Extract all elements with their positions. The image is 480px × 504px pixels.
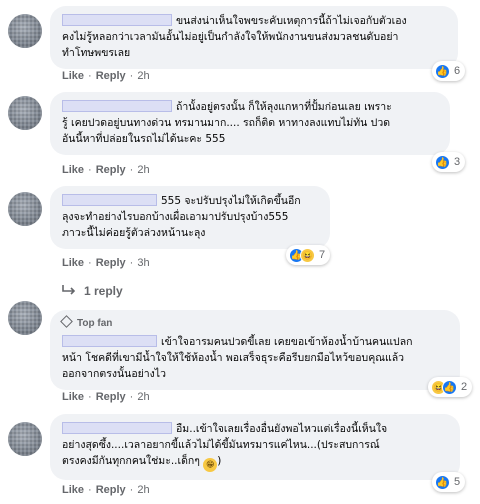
comment-actions: Like · Reply · 2h xyxy=(62,164,150,176)
reaction-count: 5 xyxy=(454,476,461,488)
reaction-summary[interactable]: 👍 😆 7 xyxy=(286,245,331,265)
reaction-count: 3 xyxy=(454,156,461,168)
comment-bubble: 555 จะปรับปรุงไม่ให้เกิดขึ้นอีก ลุงจะทำอ… xyxy=(50,186,330,249)
redacted-author-name[interactable] xyxy=(62,14,172,26)
redacted-author-name[interactable] xyxy=(62,194,157,206)
comment-bubble: Top fan เข้าใจอารมคนปวดขี้เลย เคยขอเข้าห… xyxy=(50,310,460,390)
comment-text-line: ภาวะนี้ไม่ค่อยรู้ตัวล่วงหน้านะลุง xyxy=(62,227,206,239)
redacted-author-name[interactable] xyxy=(62,422,172,434)
like-icon: 👍 xyxy=(435,154,450,170)
reaction-count: 6 xyxy=(454,65,461,77)
comment-actions: Like · Reply · 2h xyxy=(62,391,150,403)
like-icon: 👍 xyxy=(442,379,457,395)
comment-bubble: ขนส่งน่าเห็นใจพขระคับเหตุการนี้ถ้าไม่เจอ… xyxy=(50,6,458,69)
comment-text-line: คงไม่รู้หลอกว่าเวลามันอั้นไม่อยู่เป็นกำล… xyxy=(62,31,399,43)
like-button[interactable]: Like xyxy=(62,484,84,496)
like-button[interactable]: Like xyxy=(62,391,84,403)
reply-button[interactable]: Reply xyxy=(96,257,126,269)
view-replies-link[interactable]: 1 reply xyxy=(62,284,123,298)
reply-button[interactable]: Reply xyxy=(96,70,126,82)
like-icon: 👍 xyxy=(435,63,450,79)
comment-text-line: ถ้านั้งอยู่ตรงนั้น ก็ให้ลุงแกหาที่ปั้มก่… xyxy=(176,101,392,113)
reply-arrow-icon xyxy=(62,284,76,298)
comment-text-line: รู้ เคยปวดอยู่บนทางด่วน ทรมานมาก.... รถก… xyxy=(62,117,391,129)
avatar[interactable] xyxy=(8,14,42,48)
redacted-author-name[interactable] xyxy=(62,335,157,347)
comment-text-line: หน้า โชคดีที่เขามีน้ำใจให้ใช้ห้องน้ำ พอเ… xyxy=(62,352,405,364)
reaction-summary[interactable]: 👍 3 xyxy=(432,152,466,172)
comment-text-line: อืม..เข้าใจเลยเรื่องอื่นยังพอไหวแต่เรื่อ… xyxy=(176,423,388,435)
comment-text-line: 555 จะปรับปรุงไม่ให้เกิดขึ้นอีก xyxy=(161,195,301,207)
reaction-summary[interactable]: 👍 5 xyxy=(432,472,466,492)
comment-text-line: อย่างสุดซึ้ง....เวลาอยากขี้แล้วไม่ได้ขี้… xyxy=(62,439,380,451)
replies-count-label: 1 reply xyxy=(84,284,123,298)
like-button[interactable]: Like xyxy=(62,257,84,269)
comment-bubble: ถ้านั้งอยู่ตรงนั้น ก็ให้ลุงแกหาที่ปั้มก่… xyxy=(50,92,450,155)
comment-text-line: ออกจากตรงนั้นอย่างไว xyxy=(62,368,166,380)
comment-text-line: เข้าใจอารมคนปวดขี้เลย เคยขอเข้าห้องน้ำบ้… xyxy=(161,336,413,348)
timestamp[interactable]: 2h xyxy=(137,164,149,176)
top-fan-icon xyxy=(60,315,73,328)
comment-text-line: ขนส่งน่าเห็นใจพขระคับเหตุการนี้ถ้าไม่เจอ… xyxy=(176,15,407,27)
comment-text-line: อันนี้หาที่ปล่อยในรถไม่ได้นะคะ 555 xyxy=(62,133,226,145)
avatar[interactable] xyxy=(8,192,42,226)
timestamp[interactable]: 2h xyxy=(137,391,149,403)
reaction-summary[interactable]: 😆 👍 2 xyxy=(428,377,473,397)
reaction-count: 7 xyxy=(319,249,326,261)
like-button[interactable]: Like xyxy=(62,164,84,176)
redacted-author-name[interactable] xyxy=(62,100,172,112)
timestamp[interactable]: 2h xyxy=(137,484,149,496)
grin-emoji-icon: 😁 xyxy=(203,458,218,472)
reply-button[interactable]: Reply xyxy=(96,484,126,496)
timestamp[interactable]: 2h xyxy=(137,70,149,82)
reaction-count: 2 xyxy=(461,381,468,393)
top-fan-badge: Top fan xyxy=(60,315,448,332)
comment-text-line: ทำโทษพขรเลย xyxy=(62,47,131,59)
like-button[interactable]: Like xyxy=(62,70,84,82)
reaction-summary[interactable]: 👍 6 xyxy=(432,61,466,81)
reply-button[interactable]: Reply xyxy=(96,164,126,176)
comment-text-line: ลุงจะทำอย่างไรบอกบ้างเผื่อเอามาปรับปรุงบ… xyxy=(62,211,289,223)
comment-actions: Like · Reply · 2h xyxy=(62,70,150,82)
comment-text-line: ตรงคงมีกันทุกกคนใช่มะ..เด็กๆ xyxy=(62,455,200,467)
comment-actions: Like · Reply · 3h xyxy=(62,257,150,269)
avatar[interactable] xyxy=(8,301,42,335)
haha-icon: 😆 xyxy=(300,247,315,263)
avatar[interactable] xyxy=(8,96,42,130)
comment-bubble: อืม..เข้าใจเลยเรื่องอื่นยังพอไหวแต่เรื่อ… xyxy=(50,414,460,480)
like-icon: 👍 xyxy=(435,474,450,490)
reply-button[interactable]: Reply xyxy=(96,391,126,403)
timestamp[interactable]: 3h xyxy=(137,257,149,269)
avatar[interactable] xyxy=(8,422,42,456)
comment-actions: Like · Reply · 2h xyxy=(62,484,150,496)
